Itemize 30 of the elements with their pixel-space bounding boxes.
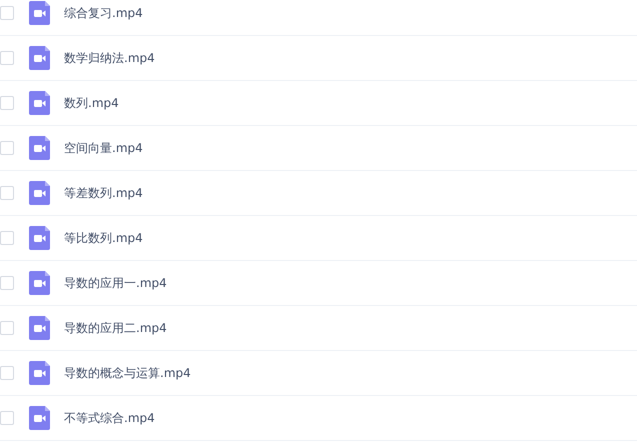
video-file-icon bbox=[29, 316, 50, 340]
video-file-icon bbox=[29, 46, 50, 70]
file-name[interactable]: 空间向量.mp4 bbox=[64, 140, 143, 156]
checkbox[interactable] bbox=[0, 141, 14, 155]
video-file-icon bbox=[29, 91, 50, 115]
video-file-icon bbox=[29, 226, 50, 250]
checkbox[interactable] bbox=[0, 366, 14, 380]
file-name[interactable]: 等比数列.mp4 bbox=[64, 230, 143, 246]
checkbox[interactable] bbox=[0, 186, 14, 200]
video-file-icon bbox=[29, 181, 50, 205]
file-name[interactable]: 导数的应用二.mp4 bbox=[64, 320, 167, 336]
checkbox[interactable] bbox=[0, 276, 14, 290]
file-name[interactable]: 导数的应用一.mp4 bbox=[64, 274, 167, 292]
file-name[interactable]: 数列.mp4 bbox=[64, 94, 119, 112]
video-file-icon bbox=[29, 361, 50, 385]
video-file-icon bbox=[29, 1, 50, 25]
file-name[interactable]: 数学归纳法.mp4 bbox=[64, 50, 155, 66]
checkbox[interactable] bbox=[0, 321, 14, 335]
video-file-icon bbox=[29, 406, 50, 430]
video-file-icon bbox=[29, 136, 50, 160]
file-name[interactable]: 综合复习.mp4 bbox=[64, 4, 143, 22]
checkbox[interactable] bbox=[0, 96, 14, 110]
video-file-icon bbox=[29, 271, 50, 295]
file-name[interactable]: 导数的概念与运算.mp4 bbox=[64, 364, 191, 382]
file-name[interactable]: 不等式综合.mp4 bbox=[64, 410, 155, 426]
checkbox[interactable] bbox=[0, 6, 14, 20]
checkbox[interactable] bbox=[0, 231, 14, 245]
checkbox[interactable] bbox=[0, 411, 14, 425]
file-name[interactable]: 等差数列.mp4 bbox=[64, 184, 143, 202]
checkbox[interactable] bbox=[0, 51, 14, 65]
